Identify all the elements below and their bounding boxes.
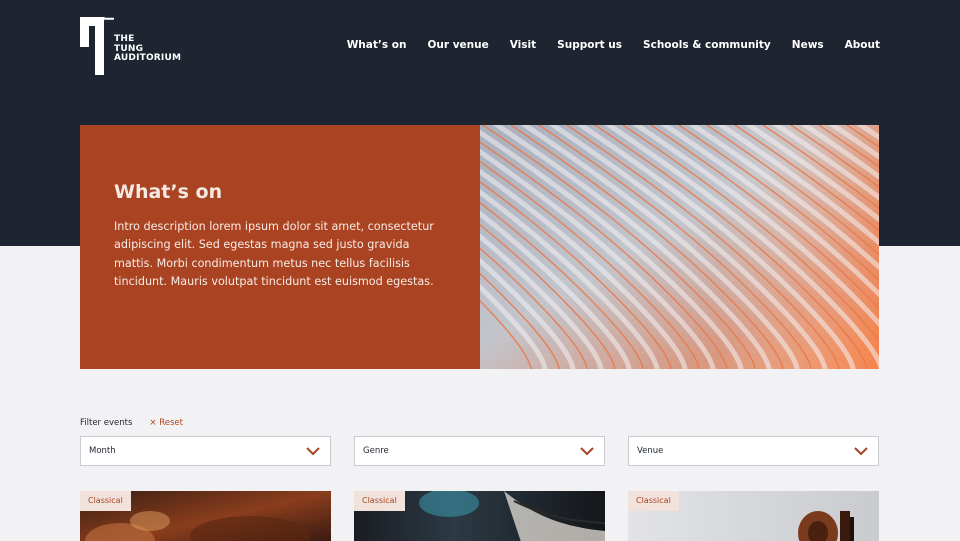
- logo-wordmark: THE TUNG AUDITORIUM: [114, 34, 182, 64]
- month-select-value: Month: [89, 446, 116, 456]
- filter-header: Filter events × Reset: [80, 417, 879, 429]
- genre-select[interactable]: Genre: [354, 436, 605, 466]
- nav-item-our-venue[interactable]: Our venue: [427, 39, 488, 51]
- chevron-down-icon: [854, 447, 868, 456]
- venue-select[interactable]: Venue: [628, 436, 879, 466]
- logo-mark-icon: [80, 17, 114, 75]
- venue-select-value: Venue: [637, 446, 664, 456]
- nav-item-about[interactable]: About: [845, 39, 880, 51]
- page-title: What’s on: [114, 181, 223, 203]
- reset-filters-link[interactable]: × Reset: [149, 418, 183, 428]
- hero-text-panel: What’s on Intro description lorem ipsum …: [80, 125, 480, 369]
- main-nav: What’s on Our venue Visit Support us Sch…: [326, 39, 880, 51]
- event-card[interactable]: Classical: [354, 491, 605, 541]
- event-cards: Classical Classical Classical: [80, 491, 879, 541]
- genre-tag: Classical: [80, 491, 131, 511]
- nav-item-schools-community[interactable]: Schools & community: [643, 39, 771, 51]
- filter-bar: Filter events × Reset: [80, 417, 879, 429]
- nav-item-visit[interactable]: Visit: [510, 39, 536, 51]
- genre-select-value: Genre: [363, 446, 389, 456]
- hero-wave-lines-image: [480, 125, 879, 369]
- nav-item-news[interactable]: News: [792, 39, 824, 51]
- genre-tag: Classical: [354, 491, 405, 511]
- nav-item-support-us[interactable]: Support us: [557, 39, 622, 51]
- logo-line-3: AUDITORIUM: [114, 53, 182, 63]
- event-card[interactable]: Classical: [80, 491, 331, 541]
- hero-banner: What’s on Intro description lorem ipsum …: [80, 125, 879, 369]
- site-logo[interactable]: THE TUNG AUDITORIUM: [80, 17, 190, 75]
- filter-label: Filter events: [80, 418, 133, 428]
- hero-description: Intro description lorem ipsum dolor sit …: [114, 220, 434, 288]
- hero-image: [480, 125, 879, 369]
- chevron-down-icon: [580, 447, 594, 456]
- genre-tag: Classical: [628, 491, 679, 511]
- filter-selects: Month Genre Venue: [80, 436, 879, 466]
- nav-item-whats-on[interactable]: What’s on: [347, 39, 407, 51]
- event-card[interactable]: Classical: [628, 491, 879, 541]
- chevron-down-icon: [306, 447, 320, 456]
- month-select[interactable]: Month: [80, 436, 331, 466]
